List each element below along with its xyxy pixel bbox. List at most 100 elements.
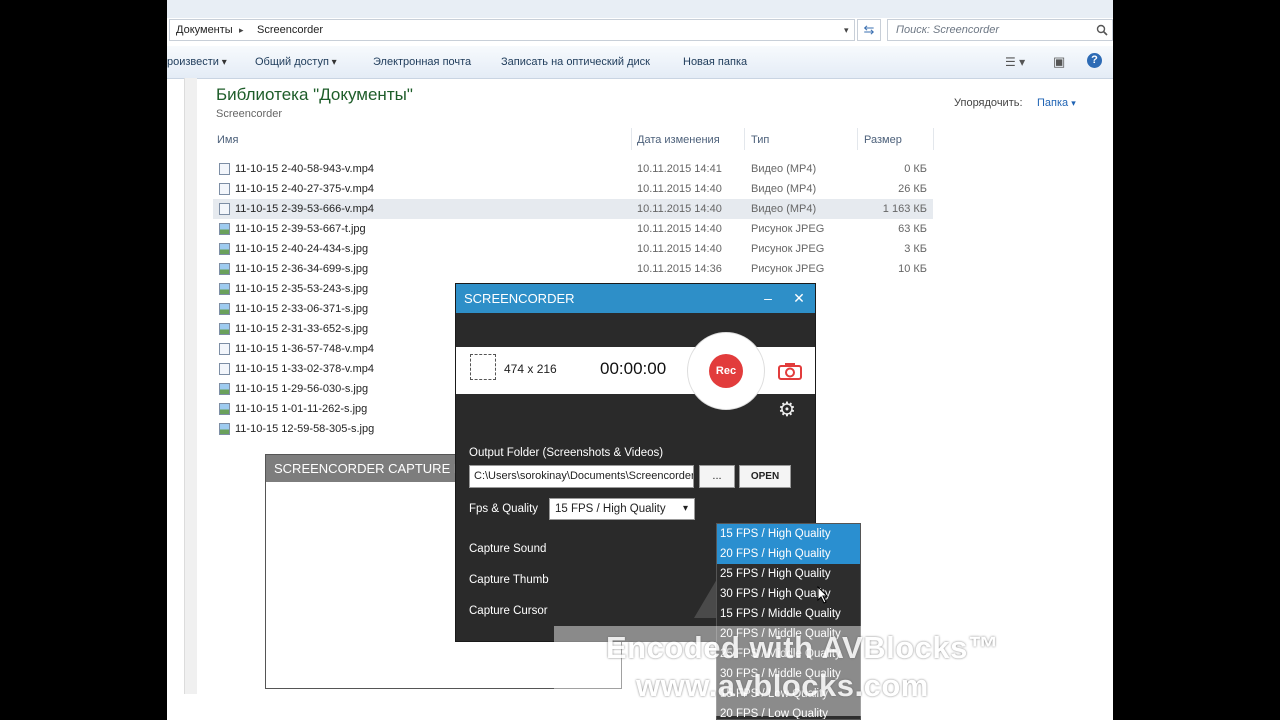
file-size: 3 КБ (904, 243, 927, 255)
jpeg-file-icon (219, 383, 230, 395)
file-size: 1 163 КБ (882, 203, 927, 215)
column-header-date[interactable]: Дата изменения (637, 134, 720, 146)
close-icon[interactable]: ✕ (792, 284, 806, 313)
watermark-line-2: www.avblocks.com (636, 668, 929, 703)
file-date: 10.11.2015 14:41 (637, 163, 722, 175)
file-type: Видео (MP4) (751, 203, 817, 215)
file-size: 26 КБ (898, 183, 927, 195)
file-type: Рисунок JPEG (751, 263, 825, 275)
file-date: 10.11.2015 14:40 (637, 243, 722, 255)
column-header-name[interactable]: Имя (217, 134, 238, 146)
breadcrumb-separator-icon: ▸ (239, 25, 244, 35)
file-row[interactable]: 11-10-15 2-36-34-699-s.jpg 10.11.2015 14:… (213, 259, 933, 279)
nav-pane-scrollbar[interactable] (184, 78, 197, 694)
file-row[interactable]: 11-10-15 2-40-58-943-v.mp4 10.11.2015 14:… (213, 159, 933, 179)
settings-gear-icon[interactable]: ⚙ (778, 400, 798, 420)
preview-pane-icon[interactable]: ▣ (1053, 54, 1065, 70)
capture-sound-label: Capture Sound (469, 543, 547, 555)
toolbar-email-button[interactable]: Электронная почта (373, 56, 471, 68)
video-file-icon (219, 203, 230, 215)
fps-option[interactable]: 25 FPS / High Quality (717, 564, 860, 584)
jpeg-file-icon (219, 423, 230, 435)
toolbar-play-button[interactable]: роизвести (167, 56, 227, 68)
fps-quality-select[interactable]: 15 FPS / High Quality (549, 498, 695, 520)
file-name: 11-10-15 1-33-02-378-v.mp4 (235, 363, 375, 375)
jpeg-file-icon (219, 303, 230, 315)
history-dropdown-icon[interactable]: ▾ (844, 25, 849, 36)
jpeg-file-icon (219, 283, 230, 295)
camera-icon[interactable] (778, 362, 802, 380)
file-name: 11-10-15 2-31-33-652-s.jpg (235, 323, 369, 335)
refresh-icon[interactable]: ⇆ (857, 19, 881, 41)
capture-thumbnail-label: Capture Thumb (469, 574, 549, 586)
toolbar-new-folder-button[interactable]: Новая папка (683, 56, 747, 68)
file-name: 11-10-15 2-39-53-667-t.jpg (235, 223, 366, 235)
file-name: 11-10-15 2-35-53-243-s.jpg (235, 283, 369, 295)
record-button[interactable]: Rec (687, 332, 765, 410)
file-name: 11-10-15 2-40-58-943-v.mp4 (235, 163, 375, 175)
file-name: 11-10-15 2-33-06-371-s.jpg (235, 303, 369, 315)
video-file-icon (219, 163, 230, 175)
file-row[interactable]: 11-10-15 2-39-53-667-t.jpg 10.11.2015 14:… (213, 219, 933, 239)
column-header-size[interactable]: Размер (864, 134, 902, 146)
file-name: 11-10-15 1-36-57-748-v.mp4 (235, 343, 375, 355)
column-header-type[interactable]: Тип (751, 134, 769, 146)
file-size: 10 КБ (898, 263, 927, 275)
browse-folder-button[interactable]: ... (699, 465, 735, 488)
file-row[interactable]: 11-10-15 2-40-27-375-v.mp4 10.11.2015 14:… (213, 179, 933, 199)
video-file-icon (219, 363, 230, 375)
arrange-by-dropdown[interactable]: Папка ▾ (1037, 97, 1076, 109)
jpeg-file-icon (219, 223, 230, 235)
file-name: 11-10-15 2-39-53-666-v.mp4 (235, 203, 375, 215)
file-name: 11-10-15 2-40-24-434-s.jpg (235, 243, 369, 255)
search-icon[interactable] (1096, 24, 1108, 36)
file-type: Рисунок JPEG (751, 223, 825, 235)
fps-option[interactable]: 20 FPS / High Quality (717, 544, 860, 564)
capture-cursor-label: Capture Cursor (469, 605, 548, 617)
recording-timer: 00:00:00 (600, 359, 667, 378)
output-folder-field[interactable]: C:\Users\sorokinay\Documents\Screencorde… (469, 465, 694, 488)
record-button-label: Rec (709, 354, 743, 388)
fps-option[interactable]: 15 FPS / Middle Quality (717, 604, 860, 624)
video-file-icon (219, 183, 230, 195)
file-name: 11-10-15 1-01-11-262-s.jpg (235, 403, 368, 415)
fps-quality-label: Fps & Quality (469, 503, 539, 515)
file-date: 10.11.2015 14:36 (637, 263, 722, 275)
help-icon[interactable]: ? (1087, 53, 1102, 68)
file-name: 11-10-15 12-59-58-305-s.jpg (235, 423, 375, 435)
jpeg-file-icon (219, 243, 230, 255)
file-name: 11-10-15 2-40-27-375-v.mp4 (235, 183, 375, 195)
open-folder-button[interactable]: OPEN (739, 465, 791, 488)
title-strip (167, 0, 1113, 18)
file-date: 10.11.2015 14:40 (637, 223, 722, 235)
file-size: 0 КБ (904, 163, 927, 175)
toolbar-burn-button[interactable]: Записать на оптический диск (501, 56, 650, 68)
output-folder-label: Output Folder (Screenshots & Videos) (469, 447, 664, 459)
minimize-icon[interactable]: – (761, 284, 775, 313)
jpeg-file-icon (219, 403, 230, 415)
file-type: Видео (MP4) (751, 163, 817, 175)
view-options-icon[interactable]: ☰ ▾ (1005, 55, 1025, 69)
file-row[interactable]: 11-10-15 2-39-53-666-v.mp4 10.11.2015 14:… (213, 199, 933, 219)
fps-option[interactable]: 15 FPS / High Quality (717, 524, 860, 544)
region-select-icon[interactable] (470, 354, 496, 380)
library-title: Библиотека "Документы" (216, 85, 413, 104)
watermark-line-1: Encoded with AVBlocks™ (606, 630, 1000, 665)
file-name: 11-10-15 2-36-34-699-s.jpg (235, 263, 369, 275)
toolbar-share-button[interactable]: Общий доступ (255, 56, 337, 68)
file-row[interactable]: 11-10-15 2-40-24-434-s.jpg 10.11.2015 14:… (213, 239, 933, 259)
mouse-cursor-icon (817, 586, 829, 604)
file-type: Рисунок JPEG (751, 243, 825, 255)
file-size: 63 КБ (898, 223, 927, 235)
file-name: 11-10-15 1-29-56-030-s.jpg (235, 383, 369, 395)
file-date: 10.11.2015 14:40 (637, 203, 722, 215)
command-toolbar: роизвести Общий доступ Электронная почта… (167, 46, 1113, 79)
address-bar[interactable]: Документы ▸ Screencorder ▾ (169, 19, 855, 41)
search-input[interactable]: Поиск: Screencorder (887, 19, 1113, 41)
jpeg-file-icon (219, 323, 230, 335)
breadcrumb-screencorder[interactable]: Screencorder (257, 24, 323, 36)
fps-option[interactable]: 30 FPS / High Quality (717, 584, 860, 604)
video-file-icon (219, 343, 230, 355)
breadcrumb-documents[interactable]: Документы (176, 24, 233, 36)
jpeg-file-icon (219, 263, 230, 275)
